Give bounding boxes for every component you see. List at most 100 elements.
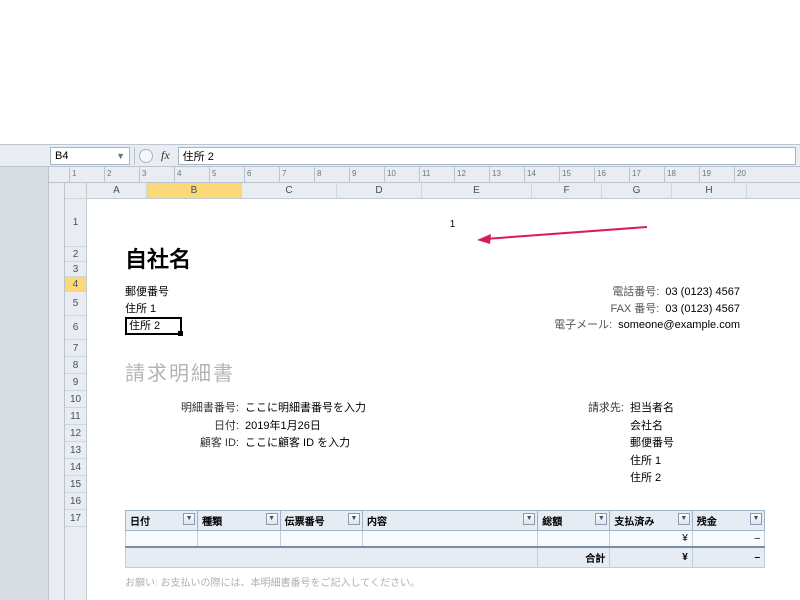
filter-dropdown-icon[interactable]: ▼ — [348, 513, 360, 525]
row-header-14[interactable]: 14 — [65, 459, 86, 476]
col-label: 種類 — [202, 517, 222, 528]
col-label: 伝票番号 — [285, 517, 325, 528]
workspace: 1234567891011121314151617181920 12345678… — [0, 167, 800, 600]
row-headers: 1234567891011121314151617 — [65, 183, 87, 600]
total-label: 合計 — [538, 547, 610, 568]
name-box[interactable]: B4 ▼ — [50, 147, 130, 165]
billto-addr1: 住所 1 — [630, 453, 700, 471]
col-1[interactable]: 種類 ▼ — [198, 510, 280, 530]
annotation-arrow — [477, 225, 647, 245]
col-4[interactable]: 総額▼ — [538, 510, 610, 530]
filter-dropdown-icon[interactable]: ▼ — [750, 513, 762, 525]
row-header-9[interactable]: 9 — [65, 374, 86, 391]
col-label: 内容 — [367, 517, 387, 528]
row-header-8[interactable]: 8 — [65, 357, 86, 374]
row-header-12[interactable]: 12 — [65, 425, 86, 442]
col-header-f[interactable]: F — [532, 183, 602, 198]
ruler-tick: 14 — [524, 167, 525, 183]
row-header-11[interactable]: 11 — [65, 408, 86, 425]
col-0[interactable]: 日付▼ — [126, 510, 198, 530]
col-label: 残金 — [697, 517, 717, 528]
col-header-d[interactable]: D — [337, 183, 422, 198]
name-box-dropdown-icon[interactable]: ▼ — [116, 151, 125, 161]
row-header-1[interactable]: 1 — [65, 199, 86, 247]
ruler-tick: 13 — [489, 167, 490, 183]
ruler-tick: 4 — [174, 167, 175, 183]
sender-block: 郵便番号 住所 1 住所 2 — [125, 284, 182, 335]
ruler-tick: 7 — [279, 167, 280, 183]
ruler-tick: 10 — [384, 167, 385, 183]
col-header-e[interactable]: E — [422, 183, 532, 198]
formula-bar: B4 ▼ fx 住所 2 — [0, 145, 800, 167]
horizontal-ruler: 1234567891011121314151617181920 — [49, 167, 800, 183]
date-value: 2019年1月26日 — [245, 418, 321, 436]
filter-dropdown-icon[interactable]: ▼ — [595, 513, 607, 525]
row-header-3[interactable]: 3 — [65, 262, 86, 277]
ruler-tick: 3 — [139, 167, 140, 183]
row-header-7[interactable]: 7 — [65, 340, 86, 357]
billto-postal: 郵便番号 — [630, 435, 700, 453]
filter-dropdown-icon[interactable]: ▼ — [523, 513, 535, 525]
billto-label: 請求先: — [574, 400, 624, 418]
col-label: 支払済み — [614, 517, 654, 528]
mail-value: someone@example.com — [618, 317, 740, 334]
ruler-tick: 11 — [419, 167, 420, 183]
col-header-b[interactable]: B — [147, 183, 242, 198]
row-header-15[interactable]: 15 — [65, 476, 86, 493]
row-header-6[interactable]: 6 — [65, 316, 86, 340]
statement-table: 日付▼種類▼伝票番号▼内容▼総額▼支払済み▼残金▼ ¥ – 合計 — [125, 510, 765, 568]
table-row: ¥ – — [126, 530, 765, 547]
company-name: 自社名 — [125, 242, 780, 274]
balance-cell: – — [692, 530, 764, 547]
formula-input[interactable]: 住所 2 — [178, 147, 796, 165]
contact-block: 電話番号:03 (0123) 4567 FAX 番号:03 (0123) 456… — [552, 284, 740, 335]
paid-cell: ¥ — [610, 530, 692, 547]
row-header-10[interactable]: 10 — [65, 391, 86, 408]
tel-label: 電話番号: — [599, 284, 659, 301]
row-header-2[interactable]: 2 — [65, 247, 86, 262]
selected-cell-b4[interactable]: 住所 2 — [125, 317, 182, 335]
col-header-h[interactable]: H — [672, 183, 747, 198]
fx-button-icon[interactable] — [139, 149, 153, 163]
billto-contact: 担当者名 — [630, 400, 700, 418]
ruler-tick: 12 — [454, 167, 455, 183]
select-all-corner[interactable] — [65, 183, 86, 199]
custid-value: ここに顧客 ID を入力 — [245, 435, 350, 453]
filter-dropdown-icon[interactable]: ▼ — [678, 513, 690, 525]
billto-block: 請求先:担当者名 会社名 郵便番号 住所 1 住所 2 — [574, 400, 700, 488]
vertical-ruler — [49, 183, 65, 600]
ruler-tick: 6 — [244, 167, 245, 183]
active-cell-ref: B4 — [55, 150, 68, 162]
col-6[interactable]: 残金 ▼ — [692, 510, 764, 530]
document-page: 1 自社名 郵便番号 住所 1 — [87, 199, 800, 589]
ruler-tick: 16 — [594, 167, 595, 183]
fax-label: FAX 番号: — [599, 301, 659, 318]
col-header-g[interactable]: G — [602, 183, 672, 198]
col-2[interactable]: 伝票番号 ▼ — [280, 510, 362, 530]
ruler-tick: 19 — [699, 167, 700, 183]
fax-value: 03 (0123) 4567 — [665, 301, 740, 318]
row-header-13[interactable]: 13 — [65, 442, 86, 459]
sheet-grid[interactable]: ABCDEFGH 1 自社名 郵便番号 — [87, 183, 800, 600]
page-number: 1 — [125, 219, 780, 230]
filter-dropdown-icon[interactable]: ▼ — [266, 513, 278, 525]
row-header-16[interactable]: 16 — [65, 493, 86, 510]
stmt-no-value: ここに明細書番号を入力 — [245, 400, 366, 418]
blank-header — [0, 0, 800, 145]
col-5[interactable]: 支払済み ▼ — [610, 510, 692, 530]
outer-gutter — [0, 167, 48, 600]
footnote: お願い: お支払いの際には、本明細書番号をご記入してください。 — [125, 574, 780, 589]
billto-addr2: 住所 2 — [630, 470, 700, 488]
row-header-4[interactable]: 4 — [65, 277, 86, 292]
ruler-tick: 18 — [664, 167, 665, 183]
total-balance: – — [692, 547, 764, 568]
ruler-tick: 9 — [349, 167, 350, 183]
col-3[interactable]: 内容 ▼ — [363, 510, 538, 530]
col-header-a[interactable]: A — [87, 183, 147, 198]
filter-dropdown-icon[interactable]: ▼ — [183, 513, 195, 525]
col-header-c[interactable]: C — [242, 183, 337, 198]
row-header-5[interactable]: 5 — [65, 292, 86, 316]
mail-label: 電子メール: — [552, 317, 612, 334]
ruler-tick: 2 — [104, 167, 105, 183]
row-header-17[interactable]: 17 — [65, 510, 86, 527]
